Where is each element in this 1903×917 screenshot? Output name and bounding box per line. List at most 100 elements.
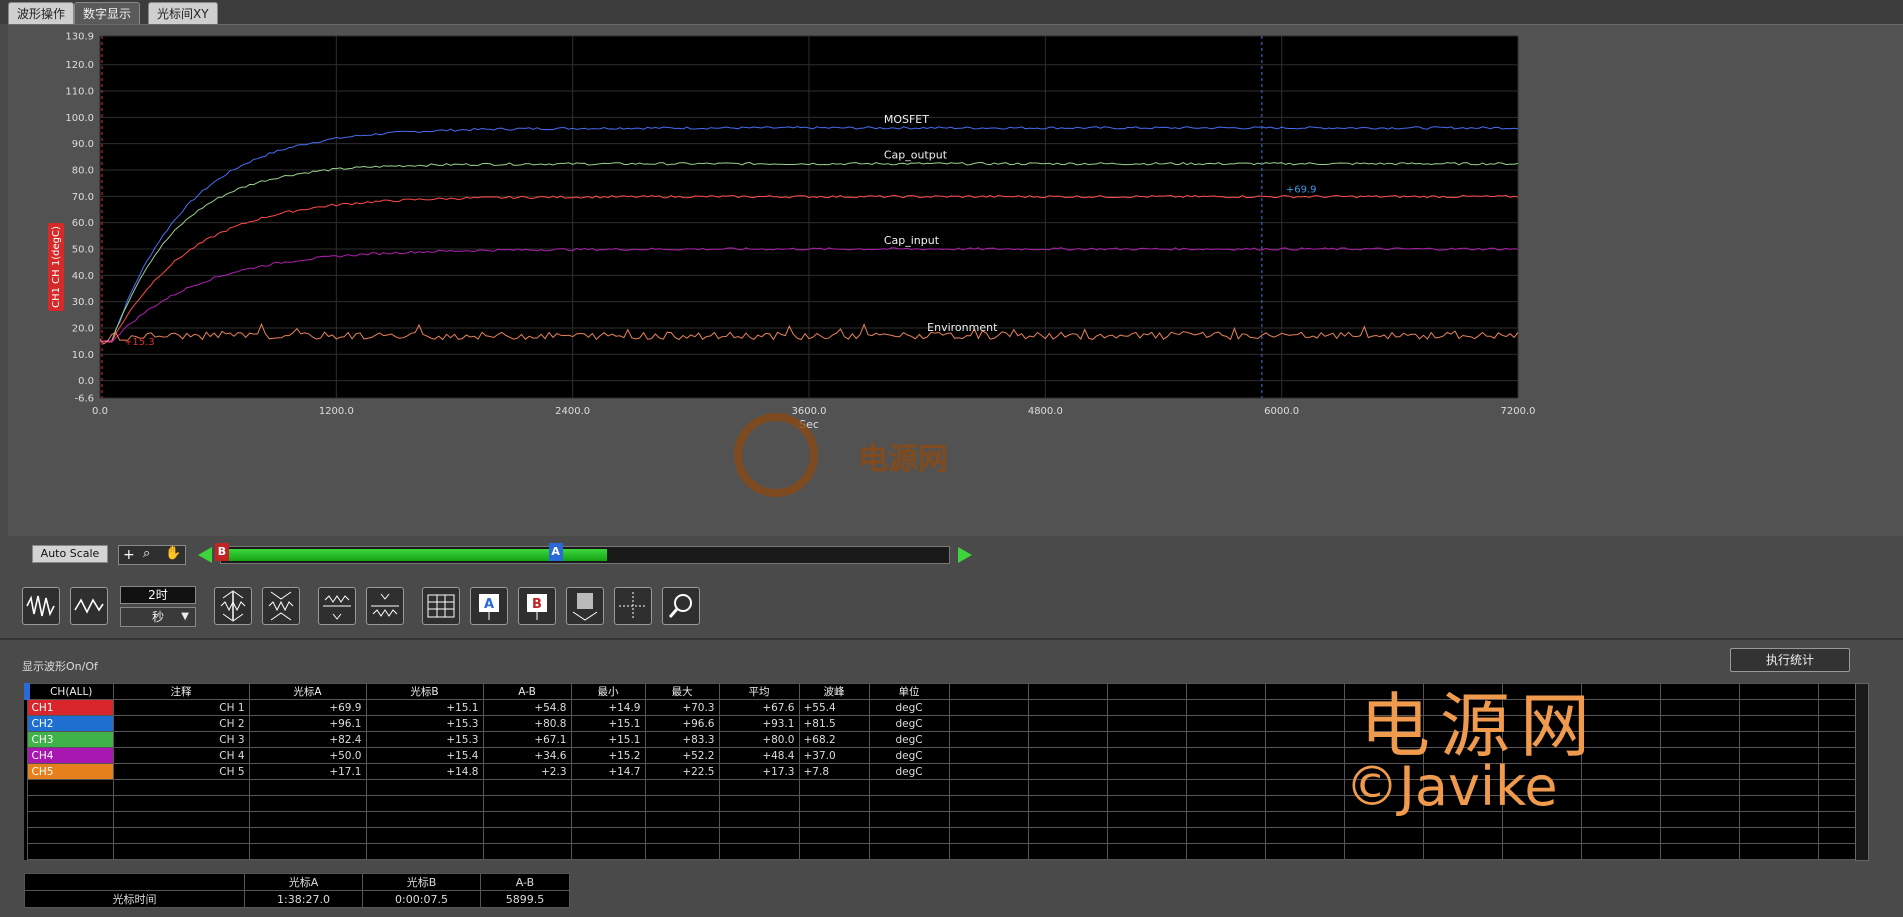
empty-cell [1106, 763, 1187, 780]
magnifier-icon[interactable] [662, 587, 700, 625]
empty-cell [570, 795, 646, 812]
cell-min: +14.7 [570, 763, 646, 780]
waveform-plot[interactable]: 130.9 120.0 110.0 100.0 90.0 80.0 70.0 60.0 50.0… [8, 24, 1903, 536]
x-tick-label: 3600.0 [792, 406, 827, 417]
cell-avg: +80.0 [718, 731, 800, 748]
empty-cell [1659, 731, 1740, 748]
empty-cell [1659, 827, 1740, 844]
center-cursor-icon[interactable] [614, 587, 652, 625]
crosshair-icon[interactable]: + [123, 547, 135, 563]
empty-cell [112, 779, 250, 796]
empty-cell [365, 811, 484, 828]
column-header[interactable]: 光标A [248, 683, 367, 700]
cursor-ab-time: 5899.5 [480, 890, 570, 908]
auto-scale-button[interactable]: Auto Scale [32, 545, 108, 563]
empty-cell [1659, 747, 1740, 764]
empty-cell [1343, 843, 1424, 860]
y-tick-label: 40.0 [72, 271, 94, 282]
tab-waveform-operation[interactable]: 波形操作 [8, 2, 75, 24]
tab-digital-display[interactable]: 数字显示 [74, 2, 141, 24]
cell-peak: +68.2 [798, 731, 870, 748]
channel-toggle[interactable]: CH4 [26, 747, 114, 764]
column-header[interactable]: A-B [482, 683, 572, 700]
tab-cursor-xy[interactable]: 光标间XY [148, 2, 218, 24]
empty-cell [1422, 827, 1503, 844]
channel-toggle[interactable]: CH3 [26, 731, 114, 748]
empty-cell [26, 843, 114, 860]
time-scrollbar[interactable]: B A [215, 543, 950, 564]
cell-a: +82.4 [248, 731, 367, 748]
y-tick-label: 90.0 [72, 139, 94, 150]
cursor-a-icon[interactable]: A [470, 587, 508, 625]
cursor-move-icon[interactable] [566, 587, 604, 625]
series-label: Cap_input [884, 234, 940, 247]
grid-icon[interactable] [422, 587, 460, 625]
cell-max: +70.3 [644, 699, 720, 716]
scroll-right-arrow-icon[interactable] [958, 547, 972, 563]
cell-note: CH 4 [112, 747, 250, 764]
empty-cell [1343, 827, 1424, 844]
scroll-left-arrow-icon[interactable] [198, 547, 212, 563]
waveform-tool-2-icon[interactable] [70, 587, 108, 625]
empty-cell [868, 811, 950, 828]
empty-cell [1264, 699, 1345, 716]
empty-cell [1106, 715, 1187, 732]
waveform-toggle-label: 显示波形On/Of [22, 660, 98, 673]
cursor-a-marker[interactable]: A [548, 543, 563, 561]
cell-ab: +80.8 [482, 715, 572, 732]
empty-cell [248, 779, 367, 796]
y-expand-icon[interactable] [214, 587, 252, 625]
x-shrink-icon[interactable] [366, 587, 404, 625]
empty-cell [1027, 747, 1108, 764]
waveform-tool-1-icon[interactable] [22, 587, 60, 625]
x-tick-label: 0.0 [92, 406, 108, 417]
empty-cell [1185, 715, 1266, 732]
cell-b: +15.4 [365, 747, 484, 764]
empty-cell [1580, 811, 1661, 828]
empty-cell [644, 811, 720, 828]
channel-toggle[interactable]: CH2 [26, 715, 114, 732]
empty-cell [1264, 731, 1345, 748]
empty-cell [1738, 843, 1819, 860]
empty-cell [1185, 699, 1266, 716]
time-div-value[interactable]: 2时 [120, 586, 196, 604]
hand-icon[interactable]: ✋ [165, 546, 181, 561]
cursor-b-marker[interactable]: B [215, 543, 229, 561]
y-tick-label: 0.0 [78, 376, 94, 387]
empty-cell [1185, 731, 1266, 748]
x-tick-label: 2400.0 [555, 406, 590, 417]
execute-statistics-button[interactable]: 执行统计 [1730, 648, 1850, 672]
cell-ab: +67.1 [482, 731, 572, 748]
zoom-icon[interactable]: ⌕ [143, 546, 150, 561]
empty-cell [570, 779, 646, 796]
empty-cell [1185, 811, 1266, 828]
logo-ring [734, 413, 818, 497]
cursor-b-icon[interactable]: B [518, 587, 556, 625]
channel-toggle[interactable]: CH5 [26, 763, 114, 780]
x-expand-icon[interactable] [318, 587, 356, 625]
time-unit-select[interactable]: 秒 ▼ [120, 607, 196, 627]
x-tick-label: 4800.0 [1028, 406, 1063, 417]
column-header[interactable]: 光标B [365, 683, 484, 700]
column-header[interactable]: 平均 [718, 683, 800, 700]
empty-cell [1659, 843, 1740, 860]
cell-a: +69.9 [248, 699, 367, 716]
column-header[interactable]: 波峰 [798, 683, 870, 700]
channel-toggle[interactable]: CH1 [26, 699, 114, 716]
zoom-tools[interactable]: + ⌕ ✋ [118, 545, 186, 565]
svg-text:B: B [532, 597, 542, 612]
empty-cell [948, 715, 1029, 732]
column-header[interactable]: 最大 [644, 683, 720, 700]
empty-cell [1027, 763, 1108, 780]
y-shrink-icon[interactable] [262, 587, 300, 625]
column-header[interactable]: 注释 [112, 683, 250, 700]
column-header[interactable]: 单位 [868, 683, 950, 700]
column-header[interactable]: 最小 [570, 683, 646, 700]
column-header[interactable]: CH(ALL) [24, 683, 114, 700]
empty-cell [1659, 795, 1740, 812]
section-divider [0, 638, 1903, 640]
table-scrollbar[interactable] [1855, 683, 1869, 861]
empty-cell [482, 843, 572, 860]
cursor-a-value: +69.9 [1286, 185, 1317, 196]
cell-peak: +81.5 [798, 715, 870, 732]
